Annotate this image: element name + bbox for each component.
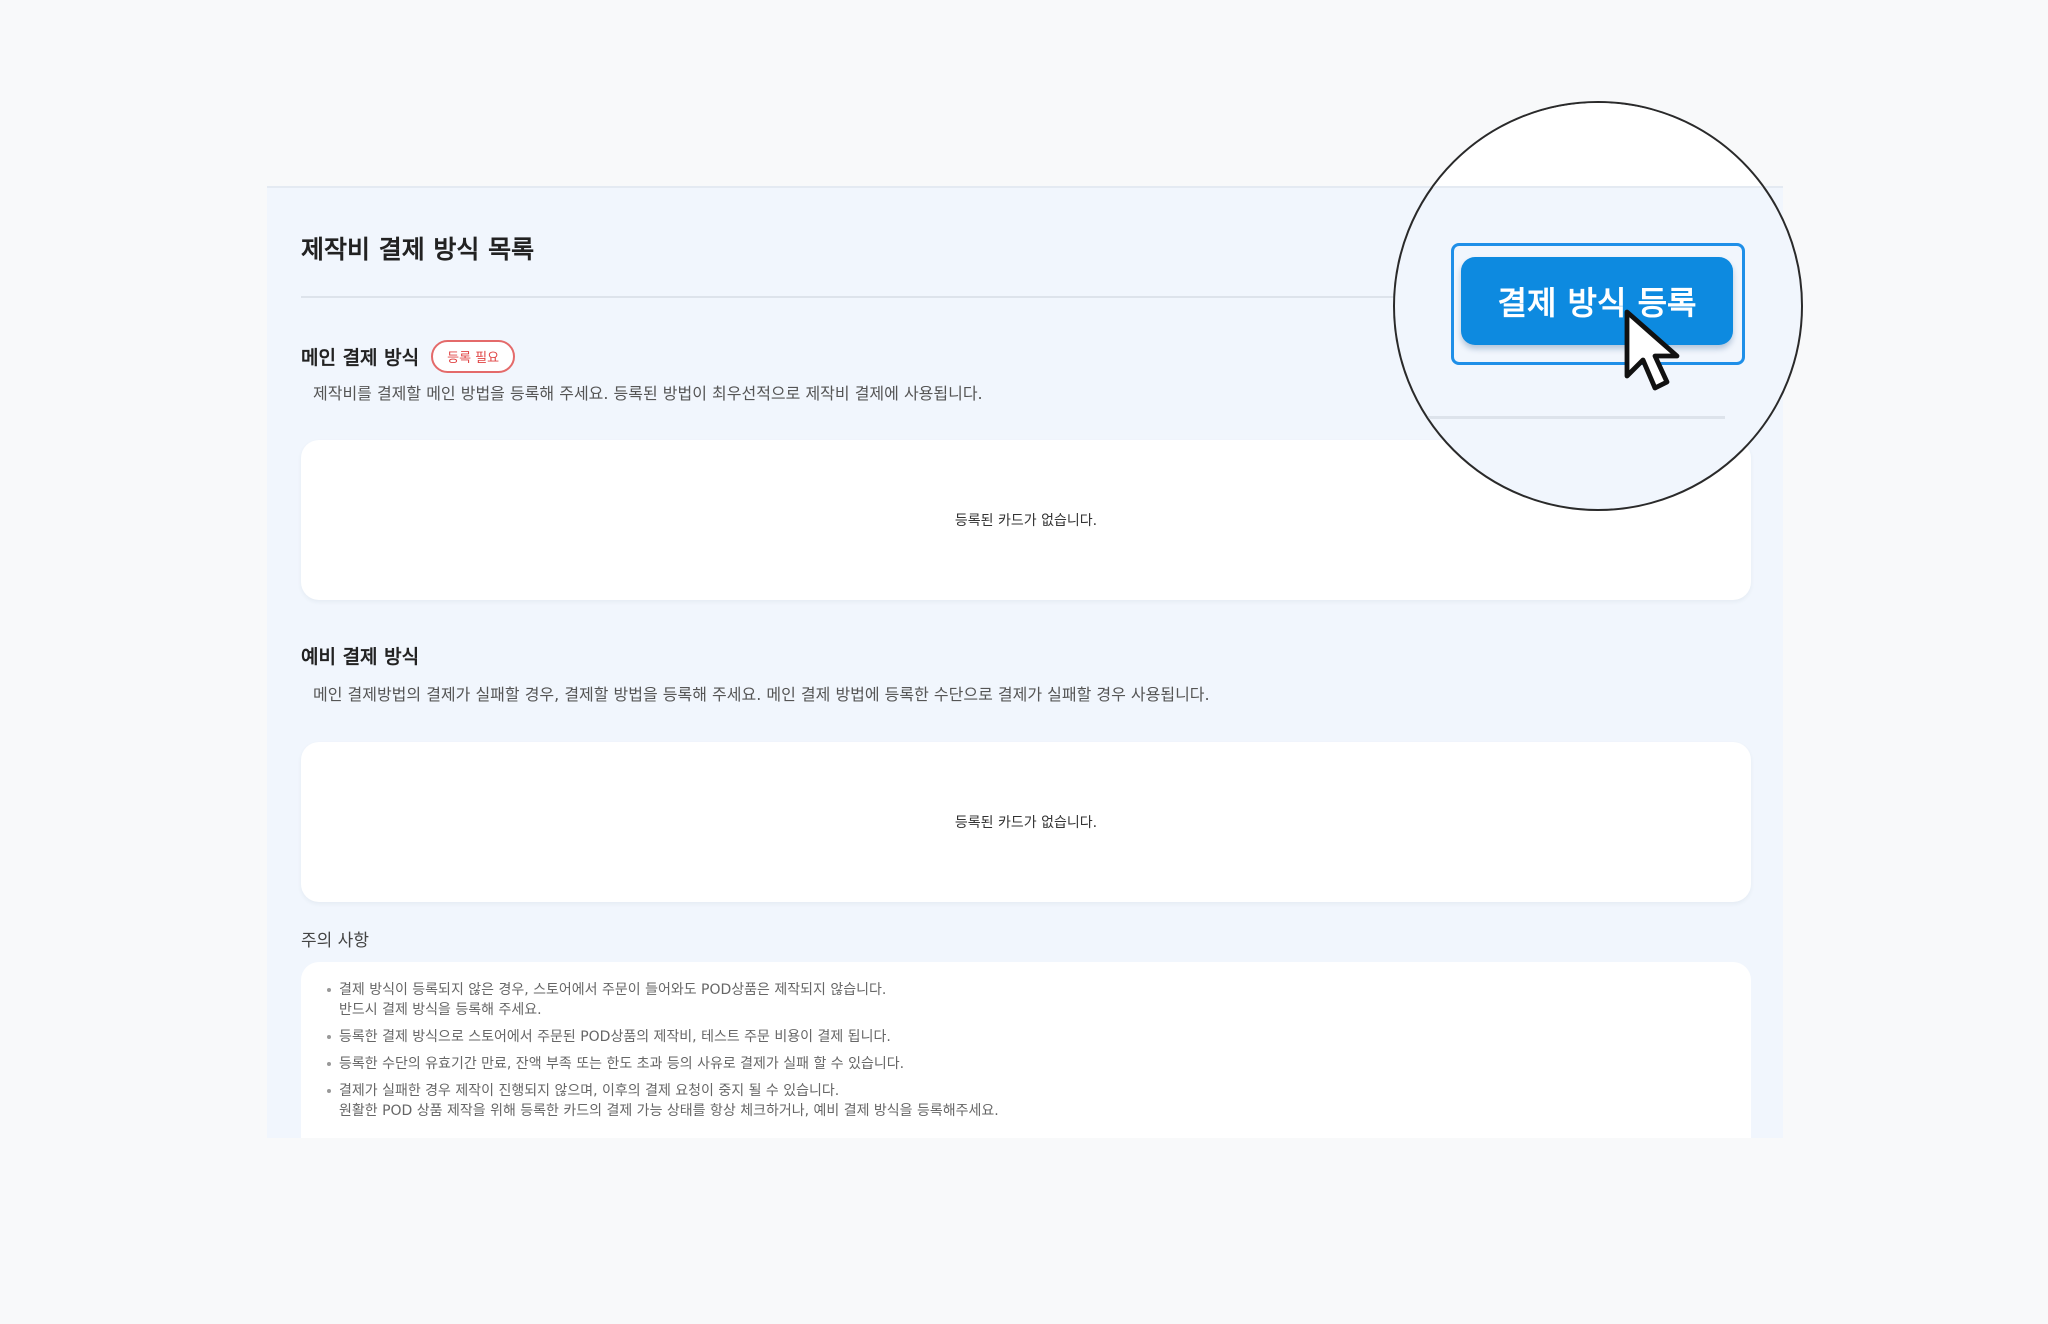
notice-item: 등록한 결제 방식으로 스토어에서 주문된 POD상품의 제작비, 테스트 주문… [327, 1027, 1751, 1047]
notice-item: 결제가 실패한 경우 제작이 진행되지 않으며, 이후의 결제 요청이 중지 될… [327, 1081, 1751, 1121]
magnifier-callout: 결제 방식 등록 [1393, 101, 1803, 511]
notice-item: 등록한 수단의 유효기간 만료, 잔액 부족 또는 한도 초과 등의 사유로 결… [327, 1054, 1751, 1074]
mouse-pointer-icon [1624, 309, 1680, 391]
main-payment-heading: 메인 결제 방식 등록 필요 [301, 340, 516, 373]
backup-card-empty-text: 등록된 카드가 없습니다. [954, 815, 1098, 831]
notice-box: 결제 방식이 등록되지 않은 경우, 스토어에서 주문이 들어와도 POD상품은… [301, 962, 1751, 1138]
registration-required-badge: 등록 필요 [431, 340, 516, 373]
main-card-empty-text: 등록된 카드가 없습니다. [954, 513, 1098, 529]
backup-card-list: 등록된 카드가 없습니다. [301, 742, 1751, 902]
notice-line: 원활한 POD 상품 제작을 위해 등록한 카드의 결제 가능 상태를 항상 체… [339, 1103, 999, 1119]
backup-payment-heading-text: 예비 결제 방식 [301, 646, 420, 668]
page-title: 제작비 결제 방식 목록 [301, 235, 535, 264]
notice-line: 등록한 수단의 유효기간 만료, 잔액 부족 또는 한도 초과 등의 사유로 결… [339, 1056, 905, 1072]
main-payment-heading-text: 메인 결제 방식 [301, 347, 420, 369]
register-payment-method-button[interactable]: 결제 방식 등록 [1461, 257, 1733, 345]
backup-payment-heading: 예비 결제 방식 [301, 642, 419, 669]
notice-line: 결제가 실패한 경우 제작이 진행되지 않으며, 이후의 결제 요청이 중지 될… [339, 1083, 840, 1099]
notice-item: 결제 방식이 등록되지 않은 경우, 스토어에서 주문이 들어와도 POD상품은… [327, 980, 1751, 1020]
notice-line: 결제 방식이 등록되지 않은 경우, 스토어에서 주문이 들어와도 POD상품은… [339, 982, 887, 998]
screen: 제작비 결제 방식 목록 메인 결제 방식 등록 필요 제작비를 결제할 메인 … [0, 0, 2048, 1324]
magnifier-page-edge [1395, 103, 1801, 188]
backup-payment-description: 메인 결제방법의 결제가 실패할 경우, 결제할 방법을 등록해 주세요. 메인… [313, 685, 1210, 704]
notice-title: 주의 사항 [301, 931, 369, 951]
magnifier-divider [1425, 416, 1725, 419]
notice-line: 반드시 결제 방식을 등록해 주세요. [339, 1002, 542, 1018]
main-payment-description: 제작비를 결제할 메인 방법을 등록해 주세요. 등록된 방법이 최우선적으로 … [313, 384, 983, 403]
notice-line: 등록한 결제 방식으로 스토어에서 주문된 POD상품의 제작비, 테스트 주문… [339, 1029, 891, 1045]
